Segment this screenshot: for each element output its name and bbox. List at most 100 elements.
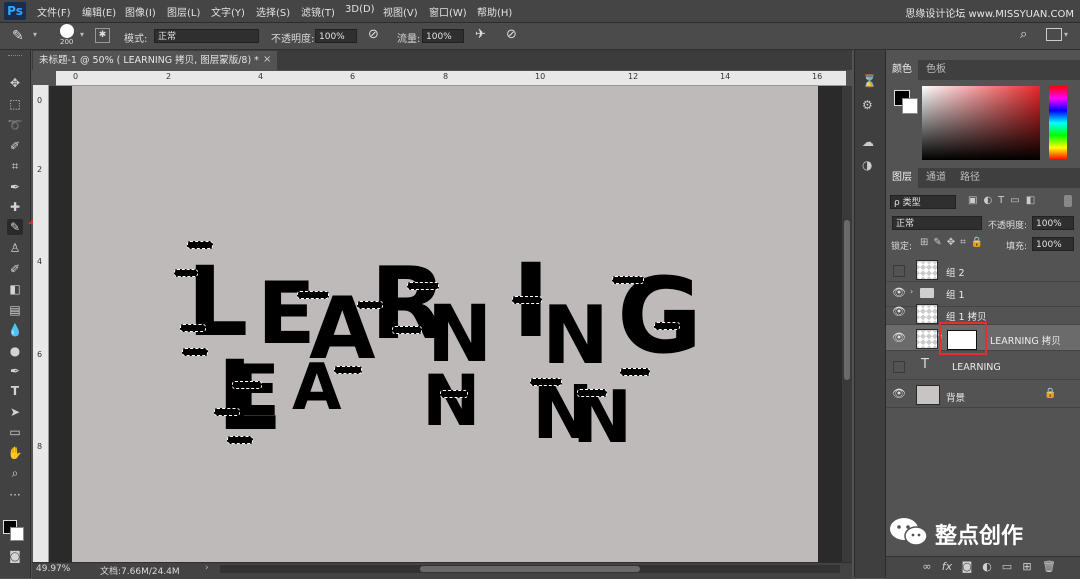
filter-icons[interactable]: ▣◐T▭◧ xyxy=(968,195,1041,206)
dodge-tool-icon[interactable]: ● xyxy=(7,343,23,359)
menu-edit[interactable]: 编辑(E) xyxy=(82,4,116,19)
eye-icon[interactable]: 👁 xyxy=(892,286,906,299)
eye-icon[interactable]: 👁 xyxy=(892,387,906,400)
document-canvas[interactable]: L E A R N I N G L E A N N N xyxy=(72,86,818,562)
layer-thumbnail xyxy=(916,260,938,280)
mode-select[interactable]: 正常 xyxy=(154,29,259,43)
eye-icon[interactable]: 👁 xyxy=(892,331,906,344)
gradient-tool-icon[interactable]: ▤ xyxy=(7,302,23,318)
layer-filter-select[interactable]: ρ 类型 xyxy=(890,195,956,209)
selection-marker xyxy=(392,326,422,334)
more-tools-icon[interactable]: ··· xyxy=(7,487,23,503)
libraries-icon[interactable]: ☁ xyxy=(862,135,874,149)
chevron-down-icon[interactable]: ▾ xyxy=(1064,30,1068,39)
layer-name[interactable]: 组 1 xyxy=(946,287,965,301)
close-tab-icon[interactable]: × xyxy=(263,54,271,65)
document-tab[interactable]: 未标题-1 @ 50% ( LEARNING 拷贝, 图层蒙版/8) * xyxy=(33,51,277,70)
crop-tool-icon[interactable]: ⌗ xyxy=(7,158,23,174)
zoom-tool-icon[interactable]: ⌕ xyxy=(7,465,23,481)
background-color-swatch[interactable] xyxy=(10,527,24,541)
mask-icon[interactable]: ◙ xyxy=(960,560,974,573)
menu-3d[interactable]: 3D(D) xyxy=(345,4,375,15)
eye-icon[interactable]: 👁 xyxy=(892,305,906,318)
layer-name[interactable]: 组 2 xyxy=(946,265,965,279)
workspace-icon[interactable] xyxy=(1046,28,1062,41)
history-brush-tool-icon[interactable]: ✐ xyxy=(7,261,23,277)
pressure-opacity-icon[interactable]: ⊘ xyxy=(368,27,379,42)
menu-layer[interactable]: 图层(L) xyxy=(167,4,200,19)
layer-name[interactable]: LEARNING xyxy=(952,362,1001,373)
link-icon[interactable]: ∞ xyxy=(920,560,934,573)
layer-opacity-input[interactable]: 100% xyxy=(1032,216,1074,230)
tab-channels[interactable]: 通道 xyxy=(920,168,952,188)
visibility-toggle-off[interactable] xyxy=(893,361,905,373)
background-color-swatch[interactable] xyxy=(902,98,918,114)
layer-name[interactable]: 背景 xyxy=(946,390,965,404)
clone-stamp-tool-icon[interactable]: ♙ xyxy=(7,240,23,256)
toolbar-grip xyxy=(8,55,22,58)
marquee-tool-icon[interactable]: ⬚ xyxy=(7,96,23,112)
brush-tool-icon[interactable]: ✎ xyxy=(12,28,24,44)
lasso-tool-icon[interactable]: ➰ xyxy=(7,117,23,133)
color-spectrum[interactable] xyxy=(922,86,1040,160)
tab-paths[interactable]: 路径 xyxy=(954,168,986,188)
menu-view[interactable]: 视图(V) xyxy=(383,4,418,19)
folder-icon[interactable]: ▭ xyxy=(1000,560,1014,573)
tab-layers[interactable]: 图层 xyxy=(886,168,918,188)
search-icon[interactable]: ⌕ xyxy=(1020,27,1027,42)
quick-select-tool-icon[interactable]: ✐ xyxy=(7,138,23,154)
properties-icon[interactable]: ⚙ xyxy=(862,98,873,112)
hue-slider[interactable] xyxy=(1049,86,1067,160)
visibility-toggle-off[interactable] xyxy=(893,265,905,277)
fill-input[interactable]: 100% xyxy=(1032,237,1074,251)
pressure-size-icon[interactable]: ⊘ xyxy=(506,27,517,42)
layer-name[interactable]: 组 1 拷贝 xyxy=(946,309,987,323)
flow-input[interactable]: 100% xyxy=(422,29,464,43)
eraser-tool-icon[interactable]: ◧ xyxy=(7,281,23,297)
menu-image[interactable]: 图像(I) xyxy=(125,4,156,19)
path-select-tool-icon[interactable]: ➤ xyxy=(7,404,23,420)
chevron-right-icon[interactable]: › xyxy=(910,287,913,296)
hand-tool-icon[interactable]: ✋ xyxy=(7,445,23,461)
blur-tool-icon[interactable]: 💧 xyxy=(7,322,23,338)
type-tool-icon[interactable]: T xyxy=(7,383,23,399)
selection-marker xyxy=(440,390,468,398)
menu-file[interactable]: 文件(F) xyxy=(37,4,71,19)
brush-panel-icon[interactable]: ✱ xyxy=(95,28,110,43)
trash-icon[interactable]: 🗑 xyxy=(1042,560,1056,573)
menu-help[interactable]: 帮助(H) xyxy=(477,4,512,19)
quick-mask-icon[interactable]: ◙ xyxy=(7,548,23,564)
brush-preview-icon[interactable] xyxy=(60,24,74,38)
opacity-input[interactable]: 100% xyxy=(315,29,357,43)
layer-name[interactable]: LEARNING 拷贝 xyxy=(990,333,1061,347)
menu-window[interactable]: 窗口(W) xyxy=(429,4,467,19)
history-icon[interactable]: ⌛ xyxy=(862,74,877,88)
horizontal-scrollbar-thumb[interactable] xyxy=(420,566,640,572)
status-arrow-icon[interactable]: › xyxy=(205,563,209,573)
letter-a: A xyxy=(292,351,342,425)
filter-toggle-icon[interactable] xyxy=(1064,195,1072,207)
selection-marker xyxy=(407,282,439,290)
selection-marker xyxy=(357,301,383,309)
new-layer-icon[interactable]: ⊞ xyxy=(1020,560,1034,573)
menu-type[interactable]: 文字(Y) xyxy=(211,4,245,19)
adjustment-icon[interactable]: ◐ xyxy=(980,560,994,573)
chevron-down-icon[interactable]: ▾ xyxy=(80,30,84,39)
selection-marker xyxy=(620,368,650,376)
menu-select[interactable]: 选择(S) xyxy=(256,4,290,19)
airbrush-icon[interactable]: ✈ xyxy=(475,27,486,42)
chevron-down-icon[interactable]: ▾ xyxy=(33,30,37,39)
blend-mode-select[interactable]: 正常 xyxy=(892,216,982,230)
rectangle-tool-icon[interactable]: ▭ xyxy=(7,424,23,440)
move-tool-icon[interactable]: ✥ xyxy=(7,75,23,91)
tab-swatches[interactable]: 色板 xyxy=(920,60,952,80)
lock-icons[interactable]: ⊞✎✥⌗🔒 xyxy=(920,237,988,248)
pen-tool-icon[interactable]: ✒ xyxy=(7,363,23,379)
ruler-label: 2 xyxy=(37,165,43,174)
fx-icon[interactable]: fx xyxy=(940,560,954,573)
vertical-scrollbar-thumb[interactable] xyxy=(844,220,850,380)
tab-color[interactable]: 颜色 xyxy=(886,60,918,80)
adjustments-icon[interactable]: ◑ xyxy=(862,158,872,172)
zoom-level[interactable]: 49.97% xyxy=(36,564,70,574)
menu-filter[interactable]: 滤镜(T) xyxy=(301,4,335,19)
